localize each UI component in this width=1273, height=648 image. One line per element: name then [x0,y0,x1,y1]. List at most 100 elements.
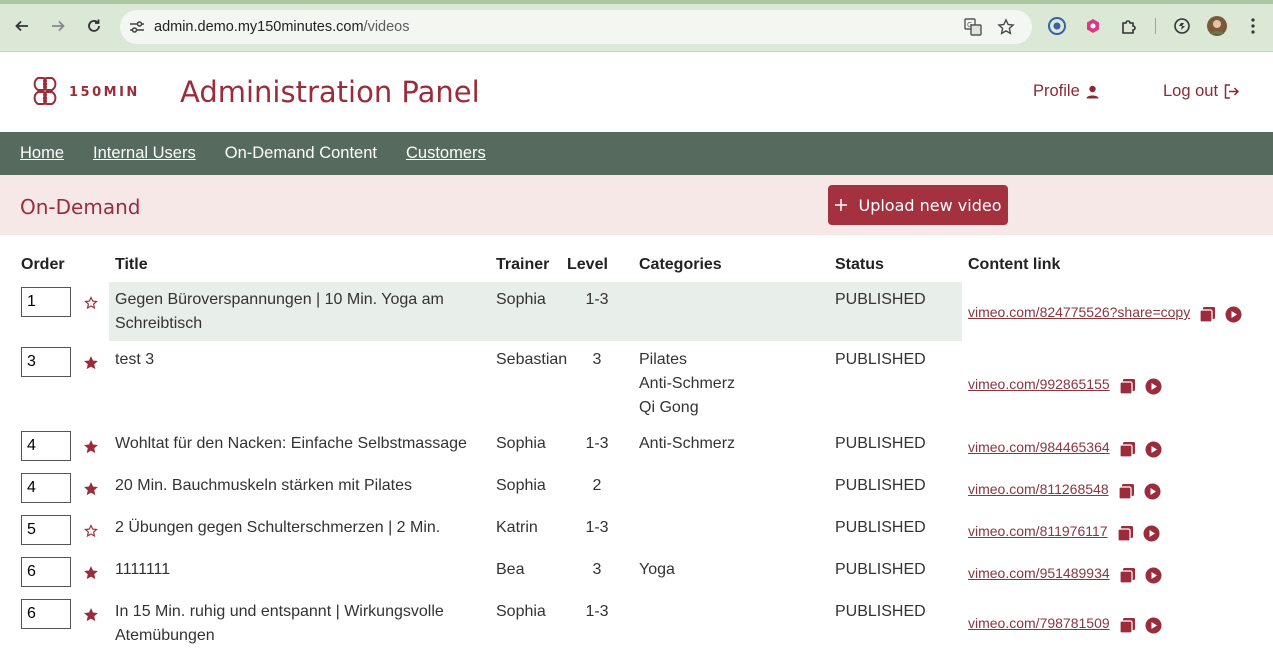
trainer-name: Bea [496,561,525,578]
back-icon[interactable] [10,14,34,38]
star-filled-icon[interactable] [84,566,98,580]
status-value: PUBLISHED [835,477,926,494]
star-filled-icon[interactable] [84,356,98,370]
url-text[interactable]: admin.demo.my150minutes.com/videos [154,19,410,35]
copy-icon[interactable] [1199,306,1216,323]
address-bar[interactable]: admin.demo.my150minutes.com/videos G [120,10,1032,44]
logout-label: Log out [1163,82,1219,100]
content-link[interactable]: vimeo.com/984465364 [968,439,1110,455]
order-input[interactable] [21,287,71,317]
video-title: Gegen Büroverspannungen | 10 Min. Yoga a… [115,291,444,308]
site-settings-icon[interactable] [120,20,154,34]
trainer-name: Sophia [496,291,546,308]
category-item: Anti-Schmerz [639,435,736,452]
avatar[interactable] [1205,14,1229,38]
kebab-menu-icon[interactable] [1241,14,1265,38]
content-link[interactable]: vimeo.com/951489934 [968,565,1110,581]
order-input[interactable] [21,557,71,587]
toolbar-separator [1155,18,1156,34]
play-icon[interactable] [1145,617,1162,634]
nav-item-on-demand-content[interactable]: On-Demand Content [225,144,377,163]
browser-toolbar: admin.demo.my150minutes.com/videos G [0,0,1273,52]
brand-logo[interactable]: 150MIN [29,76,140,108]
trainer-name: Sophia [496,477,546,494]
video-title: In 15 Min. ruhig und entspannt | Wirkung… [115,603,444,620]
order-input[interactable] [21,599,71,629]
copy-icon[interactable] [1119,567,1136,584]
play-icon[interactable] [1145,441,1162,458]
url-host: admin.demo.my150minutes.com [154,19,364,35]
column-header-title[interactable]: Title [115,256,148,274]
content-link[interactable]: vimeo.com/824775526?share=copy [968,304,1190,320]
plus-icon [835,199,848,211]
play-icon[interactable] [1145,378,1162,395]
translate-icon[interactable]: G [963,17,983,37]
star-filled-icon[interactable] [84,608,98,622]
order-input[interactable] [21,347,71,377]
level-value: 1-3 [585,519,609,536]
level-value: 2 [592,477,602,494]
video-title: Atemübungen [115,627,215,644]
upload-video-button[interactable]: Upload new video [828,185,1008,225]
play-icon[interactable] [1143,525,1160,542]
column-header-order[interactable]: Order [21,256,65,274]
level-value: 3 [592,561,602,578]
level-value: 1-3 [585,603,609,620]
level-value: 3 [592,351,602,368]
column-header-level[interactable]: Level [567,256,608,274]
copy-icon[interactable] [1118,483,1135,500]
content-link[interactable]: vimeo.com/798781509 [968,615,1110,631]
copy-icon[interactable] [1119,378,1136,395]
logout-icon [1224,84,1240,99]
app-header: 150MIN Administration Panel Profile Log … [0,52,1273,132]
column-header-content-link[interactable]: Content link [968,256,1060,274]
logout-link[interactable]: Log out [1163,82,1240,101]
video-title: 1111111 [115,561,171,578]
column-header-trainer[interactable]: Trainer [496,256,549,274]
order-input[interactable] [21,431,71,461]
forward-icon[interactable] [46,14,70,38]
tab-strip-edge [0,0,1273,4]
reload-icon[interactable] [82,14,106,38]
copy-icon[interactable] [1116,525,1134,542]
bookmark-star-icon[interactable] [996,17,1016,37]
trainer-name: Sophia [496,435,546,452]
star-outline-icon[interactable] [84,524,98,538]
play-icon[interactable] [1145,567,1162,584]
status-value: PUBLISHED [835,291,926,308]
column-header-categories[interactable]: Categories [639,256,722,274]
user-icon [1086,85,1099,98]
star-filled-icon[interactable] [84,482,98,496]
nav-item-internal-users[interactable]: Internal Users [93,144,196,163]
nav-item-customers[interactable]: Customers [406,144,486,163]
content-link[interactable]: vimeo.com/811268548 [968,481,1109,497]
profile-link[interactable]: Profile [1033,82,1099,101]
svg-text:G: G [967,21,972,29]
sync-icon[interactable] [1170,14,1194,38]
star-filled-icon[interactable] [84,440,98,454]
copy-icon[interactable] [1119,617,1136,634]
play-icon[interactable] [1144,483,1161,500]
url-path: /videos [363,19,410,35]
column-header-status[interactable]: Status [835,256,884,274]
play-icon[interactable] [1225,306,1242,323]
section-title: On-Demand [20,195,141,219]
content-link[interactable]: vimeo.com/811976117 [968,523,1108,539]
star-outline-icon[interactable] [84,296,98,310]
status-value: PUBLISHED [835,603,926,620]
puzzle-icon[interactable] [1117,14,1141,38]
nav-item-home[interactable]: Home [20,144,64,163]
content-link[interactable]: vimeo.com/992865155 [968,376,1110,392]
order-input[interactable] [21,515,71,545]
extension-icon[interactable] [1081,14,1105,38]
order-input[interactable] [21,473,71,503]
category-item: Yoga [639,561,675,578]
video-title: 20 Min. Bauchmuskeln stärken mit Pilates [115,477,413,494]
main-navigation: Home Internal Users On-Demand Content Cu… [0,132,1273,175]
upload-video-label: Upload new video [858,195,1002,215]
copy-icon[interactable] [1119,441,1136,458]
password-manager-icon[interactable] [1045,14,1069,38]
status-value: PUBLISHED [835,435,926,452]
status-value: PUBLISHED [835,351,926,368]
trainer-name: Sophia [496,603,546,620]
